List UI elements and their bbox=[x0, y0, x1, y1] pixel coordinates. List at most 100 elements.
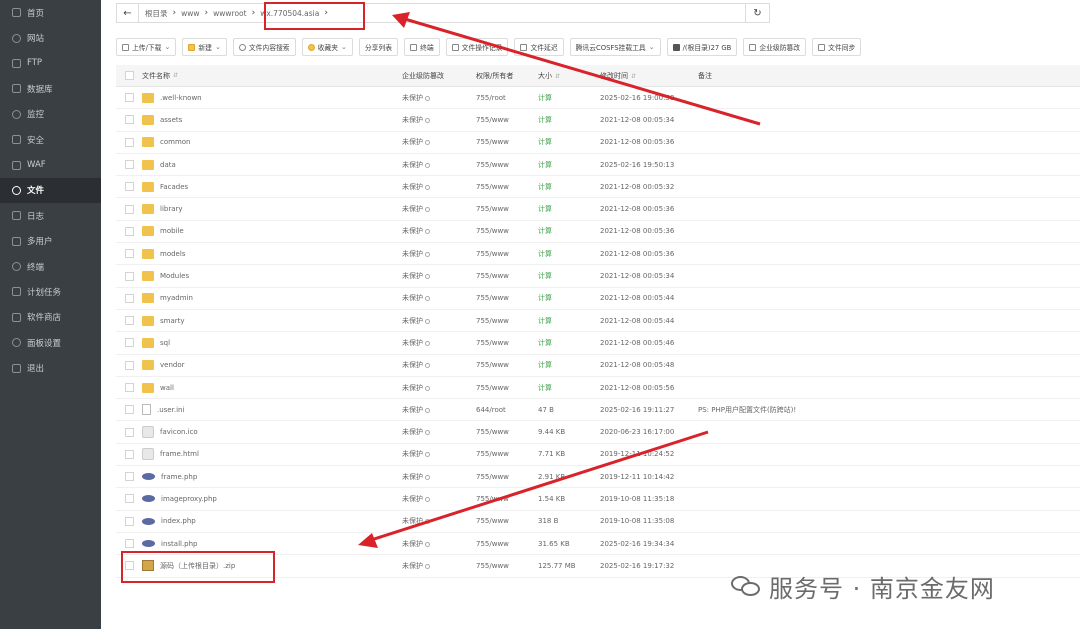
size-cell[interactable]: 计算 bbox=[538, 360, 600, 370]
file-name-cell[interactable]: library bbox=[142, 204, 402, 215]
table-row[interactable]: smarty 未保护 755/www 计算 2021-12-08 00:05:44 bbox=[116, 310, 1080, 333]
file-name-cell[interactable]: assets bbox=[142, 114, 402, 125]
perm-cell[interactable]: 644/root bbox=[476, 406, 538, 414]
file-name[interactable]: .user.ini bbox=[157, 406, 184, 414]
row-checkbox[interactable] bbox=[124, 383, 134, 392]
file-name[interactable]: favicon.ico bbox=[160, 428, 198, 436]
file-name[interactable]: index.php bbox=[161, 517, 196, 525]
row-checkbox[interactable] bbox=[124, 405, 134, 415]
content-search-button[interactable]: 文件内容搜索 bbox=[232, 38, 296, 56]
perm-cell[interactable]: 755/www bbox=[476, 361, 538, 369]
sidebar-item-0[interactable]: 首页 bbox=[0, 0, 101, 25]
protect-cell[interactable]: 未保护 bbox=[402, 182, 476, 192]
row-checkbox[interactable] bbox=[124, 293, 134, 303]
protect-cell[interactable]: 未保护 bbox=[402, 383, 476, 393]
header-name[interactable]: 文件名称 ⇵ bbox=[142, 71, 402, 81]
file-name[interactable]: Modules bbox=[160, 272, 189, 280]
size-cell[interactable]: 计算 bbox=[538, 182, 600, 192]
row-checkbox[interactable] bbox=[124, 182, 134, 192]
protect-cell[interactable]: 未保护 bbox=[402, 561, 476, 571]
row-checkbox[interactable] bbox=[124, 539, 134, 549]
protect-cell[interactable]: 未保护 bbox=[402, 271, 476, 281]
protect-cell[interactable]: 未保护 bbox=[402, 204, 476, 214]
table-row[interactable]: favicon.ico 未保护 755/www 9.44 KB 2020-06-23 1… bbox=[116, 421, 1080, 444]
perm-cell[interactable]: 755/www bbox=[476, 161, 538, 169]
perm-cell[interactable]: 755/www bbox=[476, 250, 538, 258]
perm-cell[interactable]: 755/root bbox=[476, 94, 538, 102]
size-cell[interactable]: 计算 bbox=[538, 226, 600, 236]
perm-cell[interactable]: 755/www bbox=[476, 339, 538, 347]
file-name[interactable]: wall bbox=[160, 384, 174, 392]
file-name[interactable]: assets bbox=[160, 116, 182, 124]
file-name[interactable]: models bbox=[160, 250, 185, 258]
perm-cell[interactable]: 755/www bbox=[476, 495, 538, 503]
sidebar-item-3[interactable]: 数据库 bbox=[0, 76, 101, 101]
table-row[interactable]: data 未保护 755/www 计算 2025-02-16 19:50:13 bbox=[116, 154, 1080, 177]
size-cell[interactable]: 计算 bbox=[538, 249, 600, 259]
file-name[interactable]: common bbox=[160, 138, 191, 146]
sidebar-item-14[interactable]: 退出 bbox=[0, 355, 101, 380]
table-row[interactable]: mobile 未保护 755/www 计算 2021-12-08 00:05:36 bbox=[116, 221, 1080, 244]
breadcrumb-root[interactable]: 根目录 bbox=[145, 8, 168, 19]
share-list-button[interactable]: 分享列表 bbox=[358, 38, 399, 56]
file-name-cell[interactable]: .user.ini bbox=[142, 404, 402, 416]
perm-cell[interactable]: 755/www bbox=[476, 272, 538, 280]
row-checkbox[interactable] bbox=[124, 249, 134, 259]
table-row[interactable]: Modules 未保护 755/www 计算 2021-12-08 00:05:34 bbox=[116, 265, 1080, 288]
protect-cell[interactable]: 未保护 bbox=[402, 226, 476, 236]
header-time[interactable]: 修改时间 ⇵ bbox=[600, 71, 698, 81]
row-checkbox[interactable] bbox=[124, 449, 134, 459]
size-cell[interactable]: 计算 bbox=[538, 316, 600, 326]
file-name[interactable]: install.php bbox=[161, 540, 198, 548]
table-row[interactable]: models 未保护 755/www 计算 2021-12-08 00:05:36 bbox=[116, 243, 1080, 266]
file-name[interactable]: imageproxy.php bbox=[161, 495, 217, 503]
file-name[interactable]: frame.php bbox=[161, 473, 197, 481]
file-name-cell[interactable]: Facades bbox=[142, 181, 402, 192]
size-cell[interactable]: 计算 bbox=[538, 383, 600, 393]
protect-cell[interactable]: 未保护 bbox=[402, 494, 476, 504]
file-name[interactable]: sql bbox=[160, 339, 170, 347]
header-size[interactable]: 大小 ⇵ bbox=[538, 71, 600, 81]
file-name-cell[interactable]: install.php bbox=[142, 540, 402, 548]
file-name[interactable]: frame.html bbox=[160, 450, 199, 458]
table-row[interactable]: wall 未保护 755/www 计算 2021-12-08 00:05:56 bbox=[116, 377, 1080, 400]
protect-cell[interactable]: 未保护 bbox=[402, 160, 476, 170]
perm-cell[interactable]: 755/www bbox=[476, 562, 538, 570]
row-checkbox[interactable] bbox=[124, 360, 134, 370]
perm-cell[interactable]: 755/www bbox=[476, 450, 538, 458]
terminal-button[interactable]: 终端 bbox=[404, 38, 440, 56]
row-checkbox[interactable] bbox=[124, 204, 134, 214]
breadcrumb[interactable]: 根目录 › www › wwwroot › wx.770504.asia › bbox=[139, 4, 745, 22]
file-name[interactable]: mobile bbox=[160, 227, 184, 235]
row-checkbox[interactable] bbox=[124, 516, 134, 526]
sidebar-item-4[interactable]: 监控 bbox=[0, 102, 101, 127]
protect-cell[interactable]: 未保护 bbox=[402, 427, 476, 437]
size-cell[interactable]: 计算 bbox=[538, 338, 600, 348]
file-name-cell[interactable]: .well-known bbox=[142, 92, 402, 103]
size-cell[interactable]: 计算 bbox=[538, 160, 600, 170]
perm-cell[interactable]: 755/www bbox=[476, 205, 538, 213]
protect-cell[interactable]: 未保护 bbox=[402, 516, 476, 526]
file-name-cell[interactable]: myadmin bbox=[142, 293, 402, 304]
disk-usage-button[interactable]: /(根目录)27 GB bbox=[666, 38, 738, 56]
table-row[interactable]: Facades 未保护 755/www 计算 2021-12-08 00:05:32 bbox=[116, 176, 1080, 199]
sidebar-item-13[interactable]: 面板设置 bbox=[0, 330, 101, 355]
select-all-checkbox[interactable] bbox=[124, 71, 134, 80]
protect-cell[interactable]: 未保护 bbox=[402, 249, 476, 259]
protect-cell[interactable]: 未保护 bbox=[402, 449, 476, 459]
file-name-cell[interactable]: favicon.ico bbox=[142, 426, 402, 439]
row-checkbox[interactable] bbox=[124, 160, 134, 170]
perm-cell[interactable]: 755/www bbox=[476, 428, 538, 436]
file-name[interactable]: Facades bbox=[160, 183, 188, 191]
sidebar-item-1[interactable]: 网站 bbox=[0, 25, 101, 50]
row-checkbox[interactable] bbox=[124, 93, 134, 103]
table-row[interactable]: .well-known 未保护 755/root 计算 2025-02-16 19:00… bbox=[116, 87, 1080, 110]
size-cell[interactable]: 计算 bbox=[538, 115, 600, 125]
file-name-cell[interactable]: models bbox=[142, 248, 402, 259]
file-name-cell[interactable]: vendor bbox=[142, 360, 402, 371]
perm-cell[interactable]: 755/www bbox=[476, 384, 538, 392]
file-name-cell[interactable]: frame.php bbox=[142, 473, 402, 481]
row-checkbox[interactable] bbox=[124, 316, 134, 326]
file-delay-button[interactable]: 文件延迟 bbox=[514, 38, 564, 56]
breadcrumb-wwwroot[interactable]: wwwroot bbox=[213, 9, 246, 18]
